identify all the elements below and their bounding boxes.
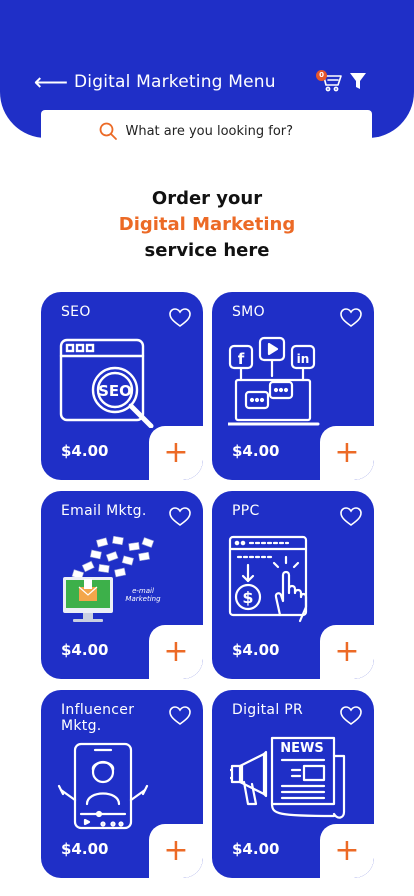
add-to-cart-button[interactable]: + <box>320 625 374 679</box>
heart-icon[interactable] <box>169 706 191 726</box>
service-price: $4.00 <box>232 840 280 858</box>
plus-icon: + <box>163 634 189 669</box>
service-card-smo[interactable]: SMO f in $4.00 + <box>212 292 374 480</box>
add-to-cart-button[interactable]: + <box>320 824 374 878</box>
plus-icon: + <box>163 435 189 470</box>
service-card-ppc[interactable]: PPC $ $4.00 + <box>212 491 374 679</box>
service-card-seo[interactable]: SEO SEO $4.00 + <box>41 292 203 480</box>
add-to-cart-button[interactable]: + <box>320 426 374 480</box>
service-price: $4.00 <box>61 442 109 460</box>
svg-text:f: f <box>238 350 245 368</box>
service-name: SMO <box>232 304 265 320</box>
service-price: $4.00 <box>232 641 280 659</box>
service-name: SEO <box>61 304 91 320</box>
svg-text:SEO: SEO <box>98 382 132 400</box>
search-icon <box>99 122 117 140</box>
svg-text:NEWS: NEWS <box>280 741 323 756</box>
plus-icon: + <box>334 435 360 470</box>
service-card-influencer-marketing[interactable]: Influencer Mktg. $4.00 + <box>41 690 203 878</box>
cart-count-badge: 0 <box>316 70 327 81</box>
email-image-label-1: e-mail <box>132 587 154 595</box>
search-input[interactable] <box>125 123 316 139</box>
influencer-video-icon <box>57 742 149 830</box>
service-name: PPC <box>232 503 260 519</box>
service-card-email-marketing[interactable]: Email Mktg. e-mail Marketing $4.00 + <box>41 491 203 679</box>
plus-icon: + <box>163 833 189 868</box>
email-marketing-icon: e-mail Marketing <box>63 535 161 622</box>
heart-icon[interactable] <box>340 706 362 726</box>
search-bar[interactable] <box>41 110 372 158</box>
service-name: Email Mktg. <box>61 503 147 519</box>
heart-icon[interactable] <box>340 308 362 328</box>
service-name: Digital PR <box>232 702 304 718</box>
heart-icon[interactable] <box>169 308 191 328</box>
page-heading: Order your Digital Marketing service her… <box>0 186 414 264</box>
svg-text:in: in <box>297 352 310 366</box>
heart-icon[interactable] <box>169 507 191 527</box>
news-megaphone-icon: NEWS <box>230 736 346 819</box>
add-to-cart-button[interactable]: + <box>149 426 203 480</box>
page-title: Digital Marketing Menu <box>74 72 276 92</box>
heart-icon[interactable] <box>340 507 362 527</box>
ppc-click-icon: $ <box>228 535 308 623</box>
heading-line-1: Order your <box>151 188 263 209</box>
filter-icon[interactable] <box>349 71 367 91</box>
social-media-laptop-icon: f in <box>228 336 320 426</box>
service-price: $4.00 <box>232 442 280 460</box>
service-price: $4.00 <box>61 840 109 858</box>
svg-text:$: $ <box>242 588 253 607</box>
email-image-label-2: Marketing <box>125 595 161 603</box>
heading-line-3: service here <box>144 240 270 261</box>
add-to-cart-button[interactable]: + <box>149 625 203 679</box>
back-arrow-icon[interactable]: ⟵ <box>34 70 68 94</box>
plus-icon: + <box>334 833 360 868</box>
heading-line-2: Digital Marketing <box>118 214 296 235</box>
plus-icon: + <box>334 634 360 669</box>
service-price: $4.00 <box>61 641 109 659</box>
add-to-cart-button[interactable]: + <box>149 824 203 878</box>
service-card-digital-pr[interactable]: Digital PR NEWS $4.00 + <box>212 690 374 878</box>
service-name: Influencer Mktg. <box>61 702 135 734</box>
seo-magnifier-icon: SEO <box>59 338 154 428</box>
